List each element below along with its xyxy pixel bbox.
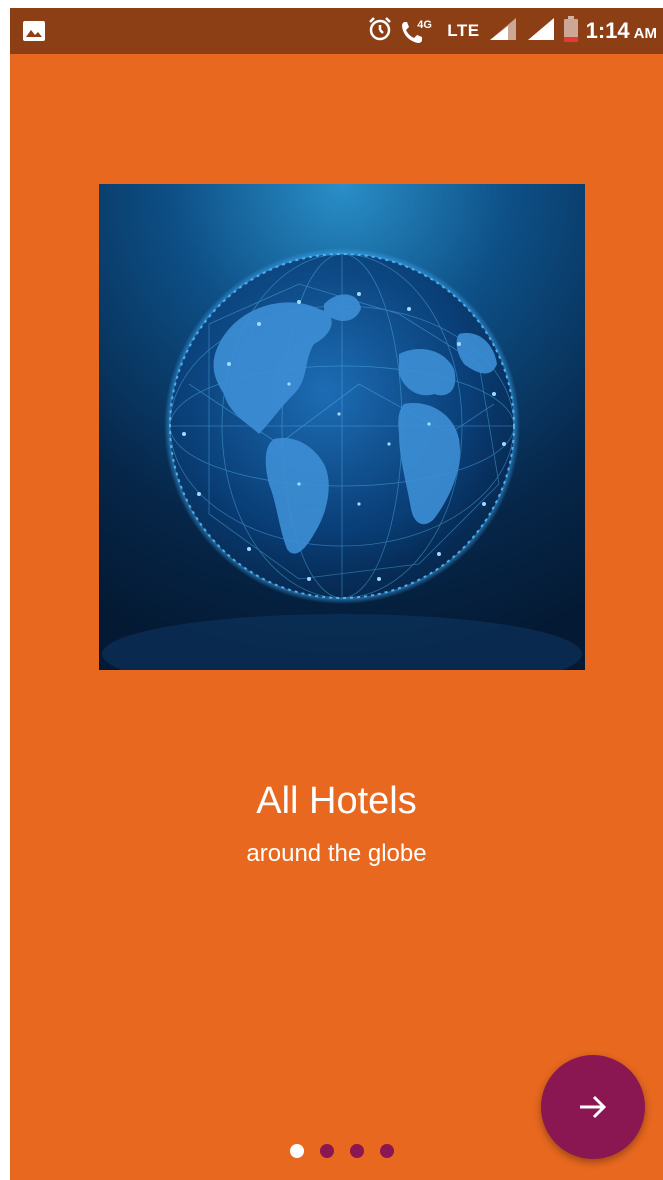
status-bar: 4G LTE 1:14 AM: [10, 8, 663, 54]
clock: 1:14 AM: [586, 18, 657, 44]
clock-time: 1:14: [585, 18, 630, 43]
next-button[interactable]: [541, 1055, 645, 1159]
onboarding-title: All Hotels: [256, 780, 417, 822]
battery-icon: [563, 15, 578, 47]
onboarding-subtitle: around the globe: [246, 840, 427, 867]
page-dot-1[interactable]: [290, 1144, 304, 1158]
network-type-label: 4G: [417, 19, 432, 31]
page-dot-4[interactable]: [380, 1144, 394, 1158]
page-indicator: [290, 1144, 394, 1158]
clock-ampm: AM: [633, 25, 657, 42]
wifi-calling-icon: 4G: [401, 16, 439, 46]
signal-icon: [526, 16, 556, 47]
page-dot-3[interactable]: [350, 1144, 364, 1158]
globe-illustration: [99, 184, 585, 670]
lte-label: LTE: [447, 21, 480, 40]
status-icons: 4G LTE 1:14 AM: [367, 8, 657, 54]
onboarding-screen: 4G LTE 1:14 AM All Hotels around the glo…: [10, 8, 663, 1180]
image-icon: [22, 20, 46, 42]
arrow-right-icon: [580, 1095, 607, 1119]
signal-icon: [488, 16, 518, 47]
page-dot-2[interactable]: [320, 1144, 334, 1158]
alarm-clock-icon: [367, 16, 393, 47]
